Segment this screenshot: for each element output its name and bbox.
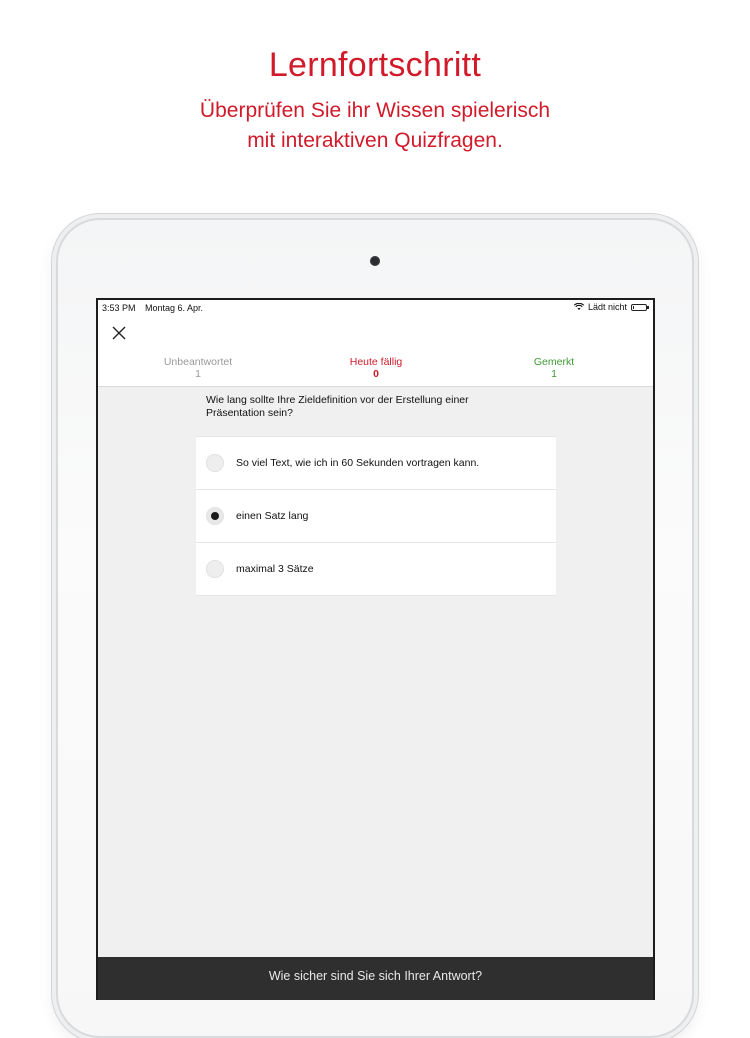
battery-fill (633, 305, 634, 309)
close-icon[interactable] (110, 324, 128, 342)
radio-button[interactable] (206, 507, 224, 525)
tab-label: Heute fällig (349, 356, 403, 368)
answer-option[interactable]: einen Satz lang (196, 490, 556, 543)
status-bar: 3:53 PM Montag 6. Apr. Lädt nicht (98, 300, 653, 316)
status-time: 3:53 PM (102, 303, 136, 313)
camera-icon (370, 256, 380, 266)
nav-bar (98, 316, 653, 350)
answer-text: maximal 3 Sätze (236, 563, 314, 575)
filter-tabs: Unbeantwortet 1 Heute fällig 0 Gemerkt 1 (98, 350, 653, 387)
tab-count: 1 (195, 368, 201, 380)
tab-marked[interactable]: Gemerkt 1 (474, 356, 634, 380)
answer-text: einen Satz lang (236, 510, 309, 522)
status-date: Montag 6. Apr. (145, 303, 204, 313)
quiz-question: Wie lang sollte Ihre Zieldefinition vor … (206, 394, 469, 419)
answer-option[interactable]: maximal 3 Sätze (196, 543, 556, 596)
answer-list: So viel Text, wie ich in 60 Sekunden vor… (196, 436, 556, 596)
battery-icon (631, 303, 649, 311)
charging-status: Lädt nicht (587, 302, 627, 312)
promo-subtitle: Überprüfen Sie ihr Wissen spielerisch mi… (0, 96, 750, 156)
answer-text: So viel Text, wie ich in 60 Sekunden vor… (236, 457, 480, 469)
tablet-screen: 3:53 PM Montag 6. Apr. Lädt nicht Unbean… (96, 298, 655, 1000)
confidence-prompt[interactable]: Wie sicher sind Sie sich Ihrer Antwort? (98, 957, 653, 1000)
tab-label: Unbeantwortet (163, 356, 233, 368)
promo-subtitle-line2: mit interaktiven Quizfragen. (247, 129, 503, 152)
status-right: Lädt nicht (573, 302, 649, 312)
promo-subtitle-line1: Überprüfen Sie ihr Wissen spielerisch (199, 99, 551, 122)
tab-unanswered[interactable]: Unbeantwortet 1 (118, 356, 278, 380)
tab-count: 1 (551, 368, 557, 380)
answer-option[interactable]: So viel Text, wie ich in 60 Sekunden vor… (196, 436, 556, 490)
wifi-icon (573, 303, 584, 310)
tab-due-today[interactable]: Heute fällig 0 (296, 356, 456, 380)
promo-title: Lernfortschritt (268, 46, 482, 84)
tab-label: Gemerkt (533, 356, 575, 368)
tab-count: 0 (373, 368, 379, 380)
radio-button[interactable] (206, 454, 224, 472)
radio-button[interactable] (206, 560, 224, 578)
